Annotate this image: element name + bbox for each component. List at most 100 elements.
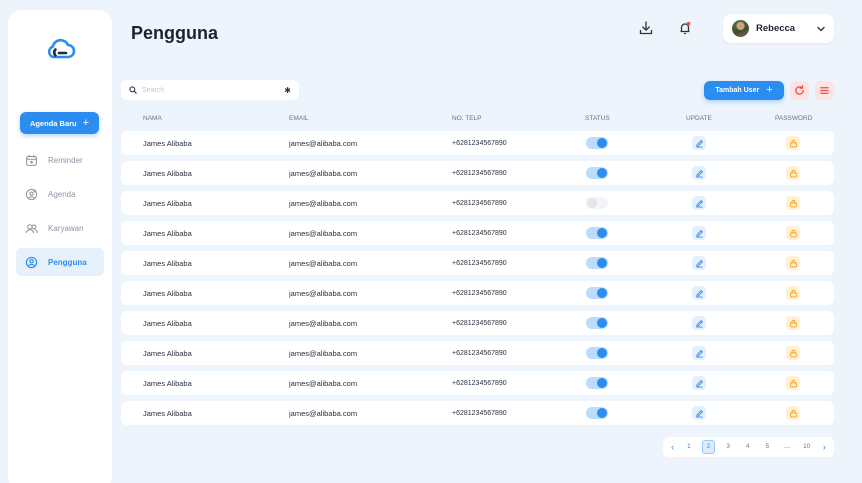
- password-button[interactable]: [786, 256, 800, 270]
- pencil-icon: [695, 319, 703, 328]
- user-name-cell: James Alibaba: [143, 169, 192, 178]
- lock-icon: [789, 409, 797, 417]
- password-button[interactable]: [786, 406, 800, 420]
- sidebar: Agenda Baru + Reminder Agenda Karyawan P…: [8, 10, 112, 483]
- sidebar-nav: Reminder Agenda Karyawan Pengguna: [16, 146, 104, 282]
- user-email-cell: james@alibaba.com: [289, 379, 358, 388]
- column-header-phone: NO. TELP: [452, 115, 482, 122]
- lock-icon: [789, 379, 797, 387]
- page-button[interactable]: 5: [761, 440, 774, 454]
- edit-button[interactable]: [692, 286, 706, 300]
- page-button[interactable]: 4: [741, 440, 754, 454]
- password-button[interactable]: [786, 316, 800, 330]
- sidebar-item-label: Reminder: [48, 155, 83, 165]
- user-name-cell: James Alibaba: [143, 259, 192, 268]
- page-button-current[interactable]: 2: [701, 440, 716, 454]
- table-row: James Alibaba james@alibaba.com +628123456…: [121, 311, 834, 335]
- lock-icon: [789, 319, 797, 327]
- status-toggle[interactable]: [586, 377, 608, 389]
- password-button[interactable]: [786, 376, 800, 390]
- user-name-cell: James Alibaba: [143, 319, 192, 328]
- user-email-cell: james@alibaba.com: [289, 349, 358, 358]
- status-toggle[interactable]: [586, 317, 608, 329]
- user-phone-cell: +6281234567890: [452, 169, 507, 177]
- download-icon[interactable]: [638, 20, 654, 36]
- filter-menu-button[interactable]: [815, 81, 834, 100]
- calendar-icon: [26, 154, 37, 166]
- edit-button[interactable]: [692, 406, 706, 420]
- sidebar-item-agenda[interactable]: Agenda: [16, 180, 104, 208]
- password-button[interactable]: [786, 166, 800, 180]
- edit-button[interactable]: [692, 376, 706, 390]
- table-row: James Alibaba james@alibaba.com +628123456…: [121, 191, 834, 215]
- user-circle-icon: [25, 256, 38, 268]
- search-input[interactable]: [142, 86, 280, 94]
- search-box: ✱: [121, 80, 299, 100]
- user-phone-cell: +6281234567890: [452, 139, 507, 147]
- new-agenda-label: Agenda Baru: [29, 118, 77, 128]
- sidebar-item-reminder[interactable]: Reminder: [16, 146, 104, 174]
- password-button[interactable]: [786, 196, 800, 210]
- new-agenda-button[interactable]: Agenda Baru +: [20, 112, 99, 134]
- column-header-update: UPDATE: [686, 115, 712, 122]
- page-button[interactable]: 10: [800, 440, 813, 454]
- status-toggle[interactable]: [586, 257, 608, 269]
- status-toggle[interactable]: [586, 287, 608, 299]
- chevron-down-icon: [817, 24, 825, 34]
- status-toggle[interactable]: [586, 227, 608, 239]
- add-user-label: Tambah User: [715, 87, 760, 94]
- table-header: NAMA EMAIL NO. TELP STATUS UPDATE PASSWO…: [121, 115, 834, 125]
- user-phone-cell: +6281234567890: [452, 289, 507, 297]
- user-email-cell: james@alibaba.com: [289, 319, 358, 328]
- edit-button[interactable]: [692, 256, 706, 270]
- user-phone-cell: +6281234567890: [452, 229, 507, 237]
- user-email-cell: james@alibaba.com: [289, 199, 358, 208]
- user-name-cell: James Alibaba: [143, 349, 192, 358]
- menu-icon: [820, 87, 829, 94]
- clear-search-icon[interactable]: ✱: [284, 86, 291, 95]
- refresh-icon: [795, 85, 804, 95]
- refresh-button[interactable]: [790, 81, 809, 100]
- status-toggle[interactable]: [586, 407, 608, 419]
- bell-icon[interactable]: [677, 20, 693, 36]
- user-email-cell: james@alibaba.com: [289, 289, 358, 298]
- edit-button[interactable]: [692, 316, 706, 330]
- table-row: James Alibaba james@alibaba.com +628123456…: [121, 221, 834, 245]
- user-phone-cell: +6281234567890: [452, 409, 507, 417]
- add-user-button[interactable]: Tambah User +: [704, 81, 784, 100]
- prev-page-button[interactable]: ‹: [668, 442, 677, 452]
- password-button[interactable]: [786, 346, 800, 360]
- page-button[interactable]: 1: [682, 440, 695, 454]
- next-page-button[interactable]: ›: [820, 442, 829, 452]
- edit-button[interactable]: [692, 226, 706, 240]
- edit-button[interactable]: [692, 196, 706, 210]
- table-row: James Alibaba james@alibaba.com +628123456…: [121, 251, 834, 275]
- user-menu[interactable]: Rebecca: [723, 14, 834, 43]
- user-name-cell: James Alibaba: [143, 289, 192, 298]
- pencil-icon: [695, 169, 703, 178]
- password-button[interactable]: [786, 136, 800, 150]
- status-toggle[interactable]: [586, 347, 608, 359]
- edit-button[interactable]: [692, 346, 706, 360]
- column-header-email: EMAIL: [289, 115, 309, 122]
- pencil-icon: [695, 379, 703, 388]
- lock-icon: [789, 169, 797, 177]
- lock-icon: [789, 199, 797, 207]
- sidebar-item-karyawan[interactable]: Karyawan: [16, 214, 104, 242]
- table-row: James Alibaba james@alibaba.com +628123456…: [121, 371, 834, 395]
- status-toggle[interactable]: [586, 197, 608, 209]
- users-icon: [25, 223, 38, 233]
- user-name: Rebecca: [756, 23, 796, 34]
- lock-icon: [789, 259, 797, 267]
- edit-button[interactable]: [692, 166, 706, 180]
- user-name-cell: James Alibaba: [143, 379, 192, 388]
- user-name-cell: James Alibaba: [143, 229, 192, 238]
- status-toggle[interactable]: [586, 137, 608, 149]
- cloud-logo-icon[interactable]: [44, 36, 76, 60]
- page-button[interactable]: 3: [722, 440, 735, 454]
- password-button[interactable]: [786, 226, 800, 240]
- password-button[interactable]: [786, 286, 800, 300]
- sidebar-item-pengguna[interactable]: Pengguna: [16, 248, 104, 276]
- status-toggle[interactable]: [586, 167, 608, 179]
- edit-button[interactable]: [692, 136, 706, 150]
